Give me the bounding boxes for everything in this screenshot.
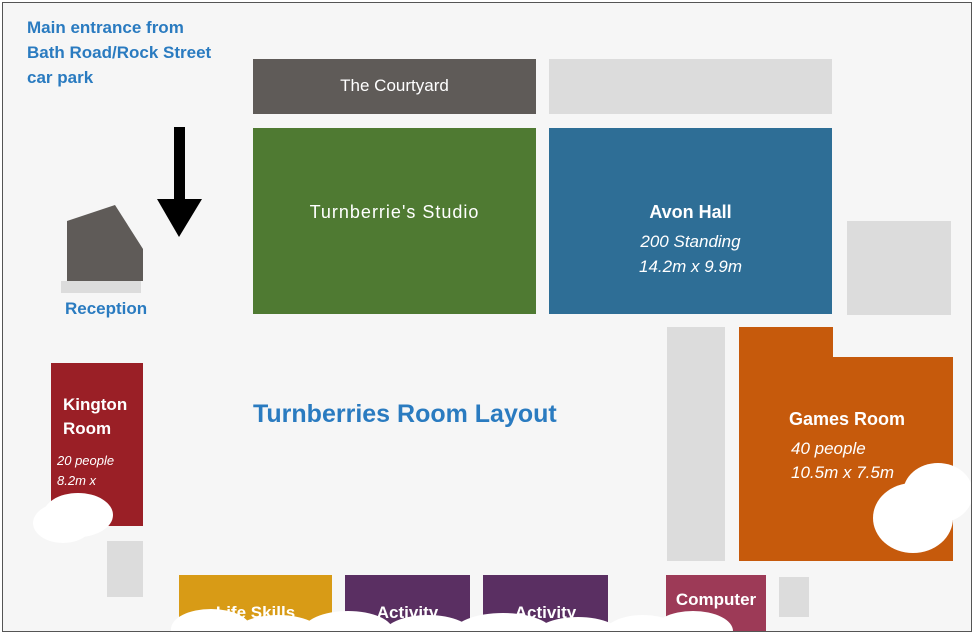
courtyard-label: The Courtyard	[340, 76, 449, 95]
room-turnberries-studio: Turnberrie's Studio	[253, 128, 536, 314]
torn-edge	[33, 503, 93, 543]
avon-hall-size: 14.2m x 9.9m	[639, 257, 742, 276]
games-room-capacity: 40 people	[791, 439, 866, 458]
map-title: Turnberries Room Layout	[253, 400, 557, 428]
unlabelled-area-left	[107, 541, 143, 597]
entrance-line-3: car park	[27, 68, 94, 87]
kington-room-label: Kington Room	[63, 393, 127, 441]
kington-room-size-line-1: 8.2m x	[57, 473, 97, 488]
floor-plan-map: Main entrance from Bath Road/Rock Street…	[2, 2, 972, 632]
unlabelled-area-top-right	[549, 59, 832, 114]
torn-edge	[903, 463, 971, 523]
reception-label: Reception	[65, 299, 148, 318]
avon-hall-capacity: 200 Standing	[640, 232, 741, 251]
entrance-note: Main entrance from Bath Road/Rock Street…	[27, 15, 257, 90]
games-room-label: Games Room	[789, 409, 906, 429]
reception-desk-shape	[67, 205, 143, 281]
room-courtyard: The Courtyard	[253, 59, 536, 114]
studio-label: Turnberrie's Studio	[309, 202, 480, 222]
unlabelled-area-bottom	[779, 577, 809, 617]
kington-room-label-line-1: Kington	[63, 395, 128, 414]
room-avon-hall: Avon Hall 200 Standing 14.2m x 9.9m	[549, 128, 832, 314]
entrance-line-1: Main entrance from	[27, 18, 184, 37]
kington-room-capacity: 20 people	[57, 453, 115, 468]
avon-hall-label: Avon Hall	[649, 202, 732, 222]
computer-label: Computer	[675, 590, 757, 609]
games-room-notch	[833, 315, 953, 357]
unlabelled-corridor	[667, 327, 725, 561]
games-room-size: 10.5m x 7.5m	[791, 463, 894, 482]
entrance-line-2: Bath Road/Rock Street	[27, 43, 212, 62]
kington-room-label-line-2: Room	[63, 419, 112, 438]
arrow-down-icon	[157, 127, 202, 237]
